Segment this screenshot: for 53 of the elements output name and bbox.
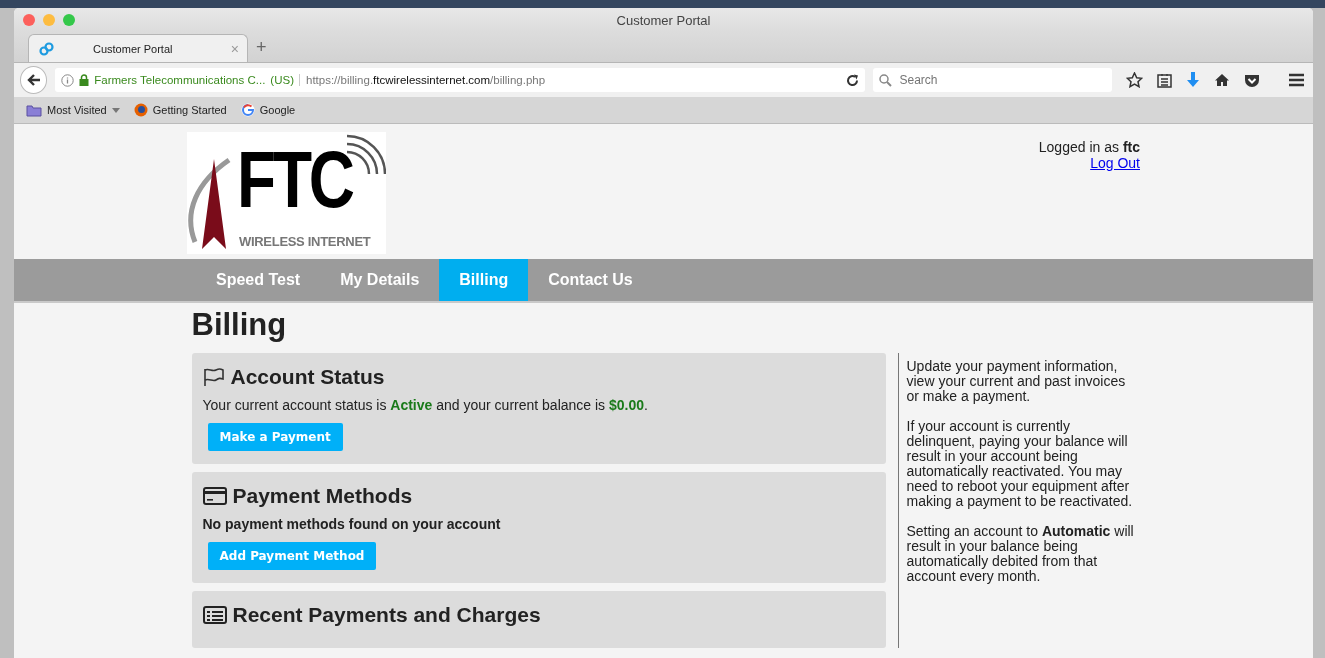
action-button[interactable]: Make a Payment xyxy=(207,423,343,451)
section-text: Your current account status is Active and your current balance is $0.00. xyxy=(202,397,649,413)
reading-list-icon[interactable] xyxy=(1157,72,1172,88)
nav-tab[interactable]: My Details xyxy=(320,259,440,301)
reload-icon[interactable] xyxy=(845,73,859,87)
home-icon[interactable] xyxy=(1214,73,1230,87)
help-paragraph: Update your payment information, view your current and past invoices or make a payment. xyxy=(906,359,1127,404)
flag-icon xyxy=(202,367,225,387)
google-icon xyxy=(240,103,255,117)
bookmark-item[interactable]: Google xyxy=(240,103,296,117)
window-title: Customer Portal xyxy=(616,12,711,28)
menu-icon[interactable] xyxy=(1288,73,1305,87)
help-paragraph: Setting an account to Automatic will result in your balance being automatically debited from that account every month. xyxy=(906,524,1135,584)
back-arrow-icon xyxy=(26,73,41,87)
site-icon xyxy=(39,40,55,57)
new-tab-button[interactable]: + xyxy=(256,37,267,62)
browser-tab[interactable]: Customer Portal × xyxy=(28,34,248,62)
bookmark-item[interactable]: Most Visited xyxy=(26,103,120,117)
pocket-icon[interactable] xyxy=(1244,72,1260,88)
tab-close-button[interactable]: × xyxy=(230,40,239,57)
url-text: https://billing.ftcwirelessinternet.com/billing.php xyxy=(299,74,841,86)
log-out-link[interactable]: Log Out xyxy=(1090,155,1140,171)
page-title: Billing xyxy=(191,307,288,343)
ftc-logo[interactable]: FTC WIRELESS INTERNET xyxy=(187,132,386,254)
folder-icon xyxy=(26,103,42,117)
section-title: Payment Methods xyxy=(232,484,413,508)
logged-in-text: Logged in as ftc xyxy=(1038,139,1140,155)
nav-tab[interactable]: Speed Test xyxy=(196,259,321,301)
search-icon xyxy=(878,73,892,87)
logo-subtitle: WIRELESS INTERNET xyxy=(239,235,371,248)
search-field[interactable]: Search xyxy=(872,68,1112,92)
site-identity: Farmers Telecommunications C... xyxy=(94,74,266,86)
credit-card-icon xyxy=(202,486,227,506)
caret-icon xyxy=(111,107,120,113)
firefox-icon xyxy=(133,103,148,117)
download-arrow-icon[interactable] xyxy=(1186,72,1200,88)
bookmark-item[interactable]: Getting Started xyxy=(133,103,227,117)
section-title: Account Status xyxy=(230,365,385,389)
back-button[interactable] xyxy=(20,66,48,94)
section-title: Recent Payments and Charges xyxy=(232,603,541,627)
list-icon xyxy=(202,605,227,625)
section-text: No payment methods found on your account xyxy=(202,516,502,532)
country-code: (US) xyxy=(270,74,294,86)
action-button[interactable]: Add Payment Method xyxy=(207,542,377,570)
info-icon xyxy=(61,73,75,87)
nav-tab[interactable]: Billing xyxy=(439,259,529,301)
search-input[interactable]: Search xyxy=(897,72,1102,88)
star-icon[interactable] xyxy=(1126,72,1143,88)
address-bar[interactable]: Farmers Telecommunications C... (US) https://billing.ftcwirelessinternet.com/billing.php xyxy=(55,68,865,92)
lock-icon xyxy=(79,74,90,86)
nav-tab[interactable]: Contact Us xyxy=(528,259,653,301)
logo-text: FTC xyxy=(237,140,352,220)
help-paragraph: If your account is currently delinquent, paying your balance will result in your account being automatically reactivated. You may need to reboot your equipment after making a payment to be reactivated. xyxy=(906,419,1134,509)
